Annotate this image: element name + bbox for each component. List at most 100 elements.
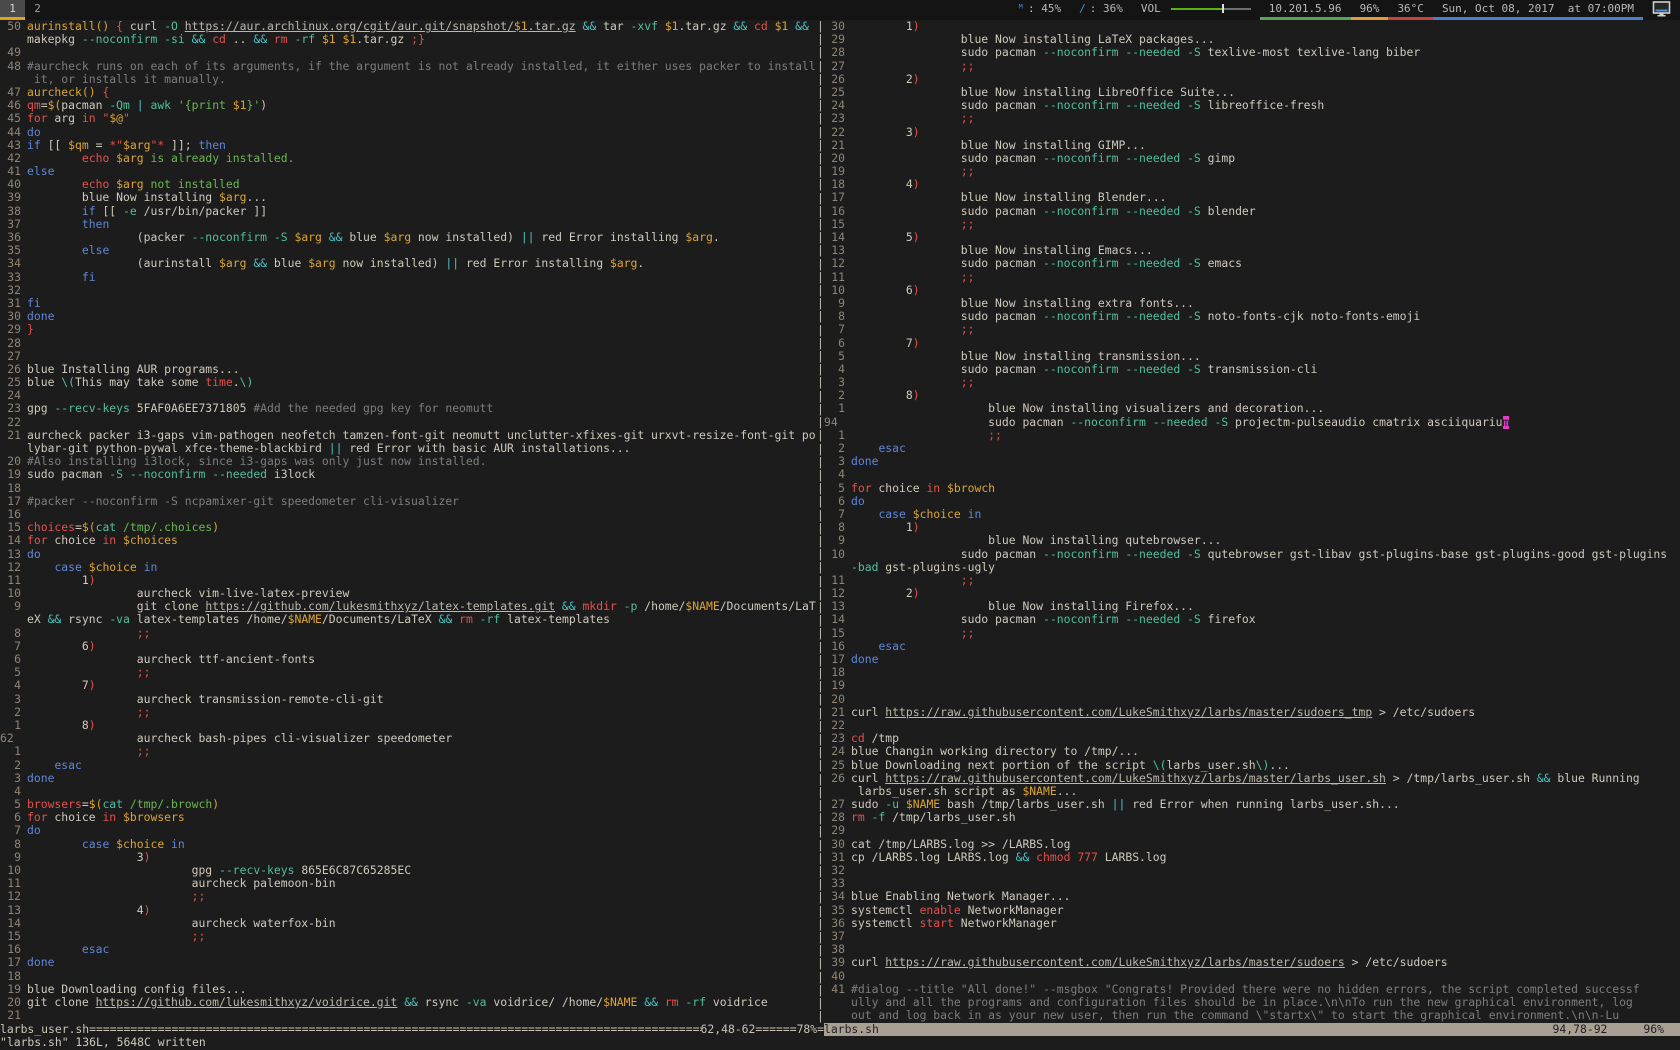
pane-separator[interactable]: | | | | | | | | | | | | | | | | | | | | … xyxy=(817,20,824,1023)
code-row: 5 blue Now installing transmission... xyxy=(824,350,1680,363)
code-row: 5 ;; xyxy=(0,666,817,679)
vim-statusline-row: larbs_user.sh===========================… xyxy=(0,1023,1680,1036)
code-text xyxy=(851,468,1680,481)
code-text xyxy=(851,930,1680,943)
code-text: 6) xyxy=(851,284,1680,297)
line-number xyxy=(824,996,851,1009)
volume-fill xyxy=(1171,8,1222,10)
code-text: } xyxy=(27,323,817,336)
code-text: git clone https://github.com/lukesmithxy… xyxy=(27,600,817,613)
vim-left-pane[interactable]: 50aurinstall() { curl -O https://aur.arc… xyxy=(0,20,817,1023)
code-row: 14 5) xyxy=(824,231,1680,244)
code-text: curl https://raw.githubusercontent.com/L… xyxy=(851,956,1680,969)
code-text xyxy=(851,877,1680,890)
line-number: 36 xyxy=(824,917,851,930)
line-number: 10 xyxy=(824,548,851,561)
code-row: lybar-git python-pywal xfce-theme-blackb… xyxy=(0,442,817,455)
code-text: ;; xyxy=(27,890,817,903)
statusline-right-percent: 96% xyxy=(1643,1023,1664,1036)
code-text: ;; xyxy=(851,376,1680,389)
code-text: else xyxy=(27,165,817,178)
code-row: 1 8) xyxy=(0,719,817,732)
code-row: 20git clone https://github.com/lukesmith… xyxy=(0,996,817,1009)
code-row: 2 ;; xyxy=(0,706,817,719)
code-text: 4) xyxy=(851,178,1680,191)
code-row: 16 xyxy=(0,508,817,521)
code-text: sudo pacman --noconfirm --needed -S gimp xyxy=(851,152,1680,165)
code-row: 9 3) xyxy=(0,851,817,864)
code-row: 38 xyxy=(824,943,1680,956)
code-row: 29 xyxy=(824,824,1680,837)
memory-module: ᴹ: 45% xyxy=(1008,0,1070,20)
code-text: done xyxy=(27,956,817,969)
code-text: it, or installs it manually. xyxy=(27,73,817,86)
code-row: 7 ;; xyxy=(824,323,1680,336)
battery-value: 96% xyxy=(1360,0,1380,17)
code-text: blue Now installing transmission... xyxy=(851,350,1680,363)
statusline-right-filename: larbs.sh xyxy=(824,1023,879,1036)
code-row: 1 ;; xyxy=(824,429,1680,442)
code-text: aurcheck waterfox-bin xyxy=(27,917,817,930)
line-number: 33 xyxy=(0,271,27,284)
line-number: 13 xyxy=(0,548,27,561)
code-row: 24 xyxy=(0,389,817,402)
code-row: 19blue Downloading config files... xyxy=(0,983,817,996)
code-row: 11 ;; xyxy=(824,574,1680,587)
code-text: rm -f /tmp/larbs_user.sh xyxy=(851,811,1680,824)
code-text: eX && rsync -va latex-templates /home/$N… xyxy=(27,613,817,626)
vim-split-view: 50aurinstall() { curl -O https://aur.arc… xyxy=(0,20,1680,1023)
code-text: larbs_user.sh script as $NAME... xyxy=(851,785,1680,798)
workspace-2[interactable]: 2 xyxy=(25,0,50,20)
vim-right-pane[interactable]: 30 1)29 blue Now installing LaTeX packag… xyxy=(824,20,1680,1023)
line-number: 21 xyxy=(0,1009,27,1022)
disk-icon: / xyxy=(1079,0,1086,17)
code-row: 29 blue Now installing LaTeX packages... xyxy=(824,33,1680,46)
code-text: curl https://raw.githubusercontent.com/L… xyxy=(851,706,1680,719)
code-text: for arg in "$@" xyxy=(27,112,817,125)
code-row: 41else xyxy=(0,165,817,178)
code-row: 3 aurcheck transmission-remote-cli-git xyxy=(0,693,817,706)
line-number: 2 xyxy=(0,759,27,772)
code-text xyxy=(851,693,1680,706)
code-row: 29} xyxy=(0,323,817,336)
code-row: 7 6) xyxy=(0,640,817,653)
code-row: 16 esac xyxy=(824,640,1680,653)
code-row: 11 aurcheck palemoon-bin xyxy=(0,877,817,890)
line-number: 17 xyxy=(824,191,851,204)
line-number: 94 xyxy=(824,416,851,429)
code-text xyxy=(27,416,817,429)
line-number: 14 xyxy=(0,534,27,547)
code-text: cp /LARBS.log LARBS.log && chmod 777 LAR… xyxy=(851,851,1680,864)
code-row: 13do xyxy=(0,548,817,561)
code-text: 7) xyxy=(851,337,1680,350)
code-text: 1) xyxy=(27,574,817,587)
code-text: aurcheck() { xyxy=(27,86,817,99)
monitor-icon xyxy=(1643,0,1680,20)
code-text: for choice in $browsers xyxy=(27,811,817,824)
line-number xyxy=(0,613,27,626)
code-row: makepkg --noconfirm -si && cd .. && rm -… xyxy=(0,33,817,46)
code-text: ;; xyxy=(851,60,1680,73)
line-number: 8 xyxy=(0,838,27,851)
code-row: 4 sudo pacman --noconfirm --needed -S tr… xyxy=(824,363,1680,376)
code-text: out and log back in as your new user, th… xyxy=(851,1009,1680,1022)
vim-command-line[interactable]: "larbs.sh" 136L, 5648C written xyxy=(0,1036,1680,1049)
line-number: 34 xyxy=(824,890,851,903)
code-text: aurcheck transmission-remote-cli-git xyxy=(27,693,817,706)
line-number: 27 xyxy=(0,350,27,363)
line-number: 5 xyxy=(824,350,851,363)
volume-slider[interactable] xyxy=(1171,3,1251,14)
code-row: 28 xyxy=(0,337,817,350)
code-row: 16 esac xyxy=(0,943,817,956)
workspace-1[interactable]: 1 xyxy=(0,0,25,20)
code-row: 32 xyxy=(0,284,817,297)
code-row: 19 xyxy=(824,679,1680,692)
code-text xyxy=(851,864,1680,877)
code-text: curl https://raw.githubusercontent.com/L… xyxy=(851,772,1680,785)
code-row: 34 (aurinstall $arg && blue $arg now ins… xyxy=(0,257,817,270)
line-number: 9 xyxy=(824,534,851,547)
code-row: 4 7) xyxy=(0,679,817,692)
code-text: ;; xyxy=(851,429,1680,442)
code-row: 26blue Installing AUR programs... xyxy=(0,363,817,376)
volume-track xyxy=(1224,8,1251,10)
